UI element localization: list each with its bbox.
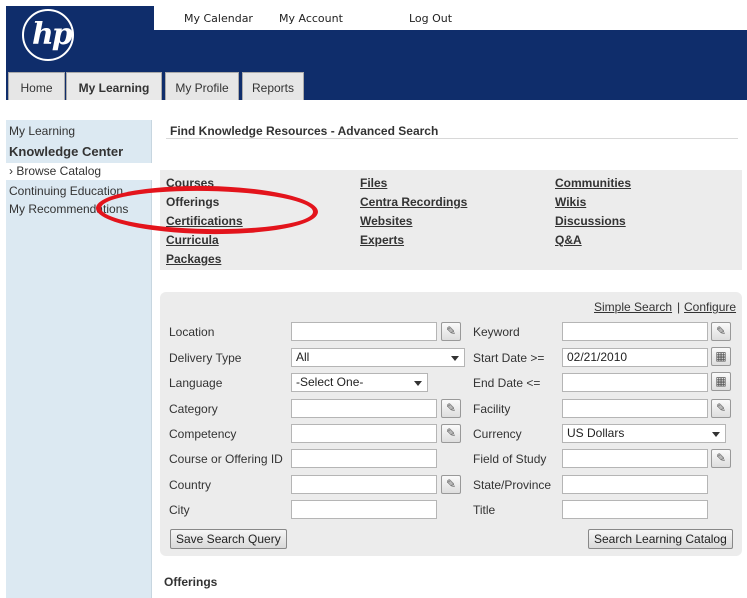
- field-of-study-label: Field of Study: [473, 452, 547, 466]
- resource-packages-link[interactable]: Packages: [166, 252, 221, 266]
- calendar-icon[interactable]: ▦: [711, 372, 731, 391]
- language-value: -Select One-: [296, 375, 364, 389]
- resource-websites-link[interactable]: Websites: [360, 214, 412, 228]
- magnifier-pencil-icon[interactable]: ✎: [441, 475, 461, 494]
- magnifier-pencil-icon[interactable]: ✎: [711, 449, 731, 468]
- magnifier-pencil-icon[interactable]: ✎: [711, 399, 731, 418]
- tab-my-learning[interactable]: My Learning: [66, 72, 162, 100]
- title-divider: [166, 138, 738, 139]
- sidebar-top: [6, 100, 152, 120]
- my-account-link[interactable]: My Account: [279, 12, 343, 25]
- category-input[interactable]: [291, 399, 437, 418]
- city-label: City: [169, 503, 190, 517]
- resource-centra-recordings-link[interactable]: Centra Recordings: [360, 195, 467, 209]
- tab-bar-edge: [0, 64, 6, 104]
- results-heading: Offerings: [164, 575, 218, 589]
- competency-input[interactable]: [291, 424, 437, 443]
- end-date-label: End Date <=: [473, 376, 541, 390]
- magnifier-pencil-icon[interactable]: ✎: [441, 322, 461, 341]
- tab-reports[interactable]: Reports: [242, 72, 304, 100]
- keyword-input[interactable]: [562, 322, 708, 341]
- save-search-query-button[interactable]: Save Search Query: [170, 529, 287, 549]
- country-input[interactable]: [291, 475, 437, 494]
- simple-search-link[interactable]: Simple Search: [594, 300, 672, 314]
- resource-wikis-link[interactable]: Wikis: [555, 195, 586, 209]
- currency-select[interactable]: US Dollars: [562, 424, 726, 443]
- title-label: Title: [473, 503, 496, 517]
- resource-experts-link[interactable]: Experts: [360, 233, 404, 247]
- field-of-study-input[interactable]: [562, 449, 708, 468]
- calendar-icon[interactable]: ▦: [711, 347, 731, 366]
- end-date-input[interactable]: [562, 373, 708, 392]
- location-label: Location: [169, 325, 215, 339]
- main-content: Find Knowledge Resources - Advanced Sear…: [152, 100, 747, 598]
- language-label: Language: [169, 376, 223, 390]
- logo-text: hp: [32, 17, 73, 52]
- top-links: My Calendar My Account Log Out: [154, 0, 747, 30]
- location-input[interactable]: [291, 322, 437, 341]
- sidebar: My Learning Knowledge Center › Browse Ca…: [6, 100, 152, 598]
- category-label: Category: [169, 402, 218, 416]
- log-out-link[interactable]: Log Out: [409, 12, 452, 25]
- currency-value: US Dollars: [567, 426, 625, 440]
- country-label: Country: [169, 478, 212, 492]
- my-calendar-link[interactable]: My Calendar: [184, 12, 253, 25]
- facility-input[interactable]: [562, 399, 708, 418]
- currency-label: Currency: [473, 427, 522, 441]
- competency-label: Competency: [169, 427, 237, 441]
- chevron-down-icon: [414, 381, 422, 386]
- delivery-type-select[interactable]: All: [291, 348, 465, 367]
- start-date-input[interactable]: 02/21/2010: [562, 348, 708, 367]
- header: My Calendar My Account Log Out hp Home M…: [0, 0, 747, 104]
- sidebar-item-browse-catalog[interactable]: › Browse Catalog: [9, 164, 149, 178]
- resource-communities-link[interactable]: Communities: [555, 176, 631, 190]
- magnifier-pencil-icon[interactable]: ✎: [711, 322, 731, 341]
- state-province-label: State/Province: [473, 478, 552, 492]
- sidebar-item-knowledge-center[interactable]: Knowledge Center: [9, 144, 149, 159]
- link-separator: |: [677, 300, 681, 314]
- delivery-type-label: Delivery Type: [169, 351, 242, 365]
- start-date-label: Start Date >=: [473, 351, 545, 365]
- page-title: Find Knowledge Resources - Advanced Sear…: [170, 124, 439, 138]
- chevron-down-icon: [451, 356, 459, 361]
- chevron-down-icon: [712, 432, 720, 437]
- tab-my-profile[interactable]: My Profile: [165, 72, 239, 100]
- delivery-type-value: All: [296, 350, 310, 364]
- language-select[interactable]: -Select One-: [291, 373, 428, 392]
- state-province-input[interactable]: [562, 475, 708, 494]
- title-input[interactable]: [562, 500, 708, 519]
- tab-home[interactable]: Home: [8, 72, 65, 100]
- resource-files-link[interactable]: Files: [360, 176, 387, 190]
- course-or-offering-id-input[interactable]: [291, 449, 437, 468]
- city-input[interactable]: [291, 500, 437, 519]
- resource-curricula-link[interactable]: Curricula: [166, 233, 219, 247]
- magnifier-pencil-icon[interactable]: ✎: [441, 399, 461, 418]
- course-or-offering-id-label: Course or Offering ID: [169, 452, 283, 466]
- magnifier-pencil-icon[interactable]: ✎: [441, 424, 461, 443]
- resource-qa-link[interactable]: Q&A: [555, 233, 582, 247]
- hp-logo[interactable]: hp: [6, 6, 154, 66]
- keyword-label: Keyword: [473, 325, 520, 339]
- resource-discussions-link[interactable]: Discussions: [555, 214, 626, 228]
- sidebar-item-my-learning[interactable]: My Learning: [9, 124, 149, 138]
- configure-link[interactable]: Configure: [684, 300, 736, 314]
- facility-label: Facility: [473, 402, 511, 416]
- advanced-search-panel: Simple Search | Configure Location ✎ Del…: [160, 292, 742, 556]
- search-learning-catalog-button[interactable]: Search Learning Catalog: [588, 529, 733, 549]
